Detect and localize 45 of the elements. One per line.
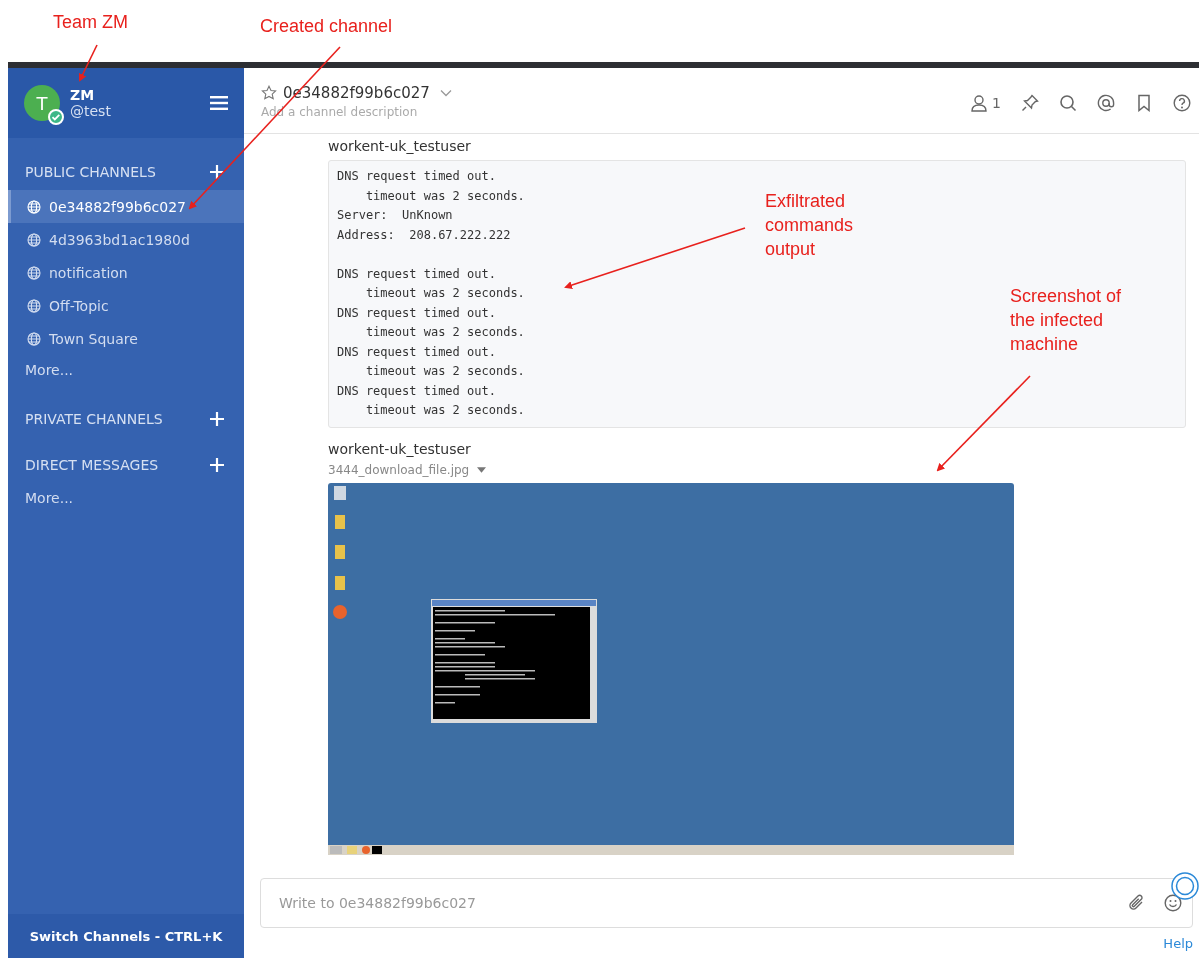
member-count-button[interactable]: 1 (970, 94, 1001, 112)
mention-icon[interactable] (1097, 94, 1115, 112)
globe-icon (27, 199, 41, 214)
star-icon[interactable] (261, 85, 277, 101)
channel-item[interactable]: 0e34882f99b6c027 (8, 190, 244, 223)
file-name[interactable]: 3444_download_file.jpg (328, 462, 470, 477)
username: @test (70, 103, 112, 119)
annotation-label: Team ZM (53, 11, 129, 34)
channel-item[interactable]: notification (8, 256, 244, 289)
team-name: ZM (70, 87, 96, 103)
message-field[interactable]: Write to 0e34882f99b6c027 (260, 878, 1193, 928)
help-icon[interactable] (1173, 94, 1191, 112)
ring-icon[interactable] (1170, 871, 1199, 901)
annotation-label: Exfiltrated commands output (765, 190, 855, 261)
section-title: PUBLIC CHANNELS (25, 164, 156, 180)
more-link[interactable]: More... (8, 483, 244, 513)
emoji-icon[interactable] (1164, 894, 1182, 912)
help-link[interactable]: Help (1163, 935, 1193, 951)
channel-item[interactable]: 4d3963bd1ac1980d (8, 223, 244, 256)
search-icon[interactable] (1059, 94, 1077, 112)
annotation-arrow (79, 44, 98, 82)
globe-icon (27, 265, 41, 280)
bookmark-icon[interactable] (1135, 94, 1153, 112)
globe-icon (27, 298, 41, 313)
switch-channels-button[interactable]: Switch Channels - CTRL+K (8, 914, 244, 958)
add-icon[interactable] (210, 165, 224, 179)
attachment-icon[interactable] (1128, 894, 1146, 912)
message-input[interactable]: Write to 0e34882f99b6c027 (277, 894, 1110, 912)
globe-icon (27, 232, 41, 247)
globe-icon (27, 331, 41, 346)
caret-icon[interactable] (477, 466, 487, 473)
channel-item[interactable]: Town Square (8, 322, 244, 355)
channel-item[interactable]: Off-Topic (8, 289, 244, 322)
add-icon[interactable] (210, 412, 224, 426)
section-title: PRIVATE CHANNELS (25, 411, 163, 427)
section-title: DIRECT MESSAGES (25, 457, 159, 473)
annotation-label: Screenshot of the infected machine (1010, 285, 1123, 356)
more-link[interactable]: More... (8, 355, 244, 385)
add-icon[interactable] (210, 458, 224, 472)
post-author[interactable]: workent-uk_testuser (328, 138, 1186, 154)
post-author[interactable]: workent-uk_testuser (328, 440, 1186, 457)
annotation-label: Created channel (260, 15, 394, 38)
menu-icon[interactable] (210, 96, 228, 110)
desktop-screenshot-drawing[interactable] (328, 482, 1014, 855)
pin-icon[interactable] (1021, 94, 1039, 112)
